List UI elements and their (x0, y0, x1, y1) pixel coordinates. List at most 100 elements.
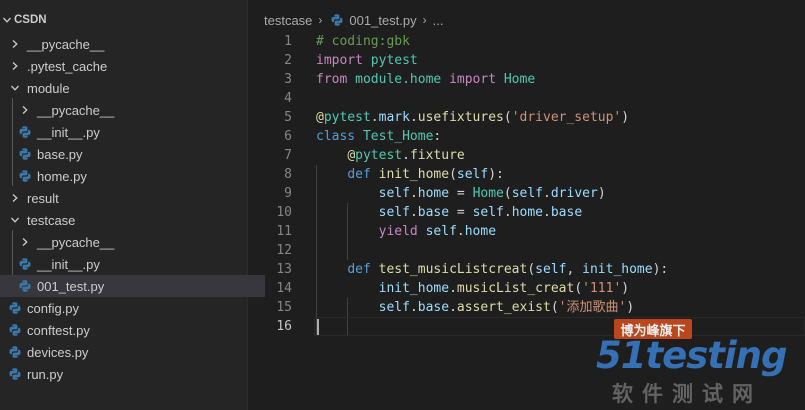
breadcrumb-more[interactable]: ... (433, 13, 444, 28)
code-line[interactable]: yield self.home (316, 222, 805, 241)
code-line[interactable]: self.base = self.home.base (316, 203, 805, 222)
code-token: . (409, 300, 418, 315)
line-number: 11 (276, 224, 292, 239)
breadcrumb-folder[interactable]: testcase (264, 13, 312, 28)
line-number: 10 (276, 205, 292, 220)
tree-folder-item[interactable]: __pycache__ (0, 33, 255, 55)
tree-item-label: config.py (27, 300, 80, 316)
line-number: 14 (276, 281, 292, 296)
code-token: , (566, 262, 583, 277)
code-token: ( (503, 110, 512, 125)
tree-item-label: result (27, 190, 59, 206)
tree-item-label: base.py (37, 146, 83, 162)
tree-file-item[interactable]: devices.py (0, 341, 255, 363)
tree-folder-item[interactable]: __pycache__ (0, 231, 265, 253)
line-number: 15 (276, 300, 292, 315)
python-file-icon (18, 169, 32, 183)
tree-folder-item[interactable]: result (0, 187, 255, 209)
code-token: 'driver_setup' (511, 110, 622, 125)
tree-folder-item[interactable]: __pycache__ (0, 99, 265, 121)
breadcrumb-file[interactable]: 001_test.py (349, 13, 416, 28)
code-token: home (511, 205, 544, 220)
line-number: 2 (284, 53, 292, 68)
code-token: ( (550, 300, 559, 315)
tree-file-item[interactable]: base.py (0, 143, 265, 165)
code-token: . (449, 300, 457, 315)
code-line[interactable] (316, 89, 805, 108)
code-token: init_home (378, 167, 450, 182)
code-line[interactable]: def init_home(self): (316, 165, 805, 184)
tree-item-label: __pycache__ (37, 102, 115, 118)
line-number: 4 (284, 91, 292, 106)
chevron-right-icon (8, 190, 22, 206)
code-line[interactable]: @pytest.mark.usefixtures('driver_setup') (316, 108, 805, 127)
code-token: base (550, 205, 583, 220)
code-token: ): (488, 167, 504, 182)
chevron-right-icon: › (422, 13, 427, 27)
code-token: ( (503, 186, 512, 201)
code-token: . (409, 205, 418, 220)
code-token: ): (652, 262, 669, 277)
code-token: from (316, 72, 348, 87)
text-cursor (317, 318, 319, 335)
code-token: driver (550, 186, 598, 201)
code-token: mark (378, 110, 410, 125)
tree-item-label: __init__.py (37, 256, 100, 272)
line-number-gutter: 1 2 3 4 5 6 7 8 9 10 11 12 13 14 15 16 (256, 32, 292, 336)
code-token: . (503, 205, 512, 220)
code-line[interactable]: self.base.assert_exist('添加歌曲') (316, 298, 805, 317)
code-token: Home (472, 186, 504, 201)
code-token: . (543, 205, 551, 220)
code-line[interactable]: def test_musicListcreat(self, init_home)… (316, 260, 805, 279)
code-token: self (378, 205, 410, 220)
tree-folder-item[interactable]: testcase (0, 209, 255, 231)
tree-file-item[interactable]: config.py (0, 297, 255, 319)
tree-file-item[interactable]: 001_test.py (0, 275, 265, 297)
tree-file-item[interactable]: conftest.py (0, 319, 255, 341)
tree-item-label: __init__.py (37, 124, 100, 140)
code-line[interactable]: init_home.musicList_creat('111') (316, 279, 805, 298)
code-token: pytest (355, 148, 403, 163)
code-line[interactable]: # coding:gbk (316, 32, 805, 51)
code-token: def (347, 262, 371, 277)
tree-file-item[interactable]: run.py (0, 363, 255, 385)
line-number: 16 (276, 319, 292, 334)
python-file-icon (8, 345, 22, 359)
code-line[interactable]: class Test_Home: (316, 127, 805, 146)
python-file-icon (18, 125, 32, 139)
line-number: 3 (284, 72, 292, 87)
code-token: ) (621, 110, 630, 125)
code-token: self (535, 262, 567, 277)
code-token: class (316, 129, 356, 144)
explorer-root-folder[interactable]: CSDN (0, 9, 247, 31)
code-token: import (316, 53, 363, 68)
chevron-right-icon (18, 102, 32, 118)
code-token: ( (574, 281, 583, 296)
code-token: home (417, 186, 450, 201)
tree-file-item[interactable]: home.py (0, 165, 265, 187)
tree-folder-item[interactable]: .pytest_cache (0, 55, 255, 77)
code-token: ( (527, 262, 536, 277)
tree-folder-item[interactable]: module (0, 77, 255, 99)
code-line[interactable]: self.home = Home(self.driver) (316, 184, 805, 203)
tree-item-label: module (27, 80, 70, 96)
code-line[interactable]: from module.home import Home (316, 70, 805, 89)
tree-file-item[interactable]: __init__.py (0, 253, 265, 275)
code-editor[interactable]: # coding:gbk import pytest from module.hom… (314, 32, 805, 336)
code-token: . (409, 110, 418, 125)
code-line[interactable] (316, 241, 805, 260)
line-number: 7 (284, 148, 292, 163)
tree-item-label: devices.py (27, 344, 89, 360)
tree-file-item[interactable]: __init__.py (0, 121, 265, 143)
line-number: 6 (284, 129, 292, 144)
code-token: . (456, 224, 465, 239)
code-line[interactable]: import pytest (316, 51, 805, 70)
code-token: usefixtures (417, 110, 504, 125)
code-line[interactable]: @pytest.fixture (316, 146, 805, 165)
